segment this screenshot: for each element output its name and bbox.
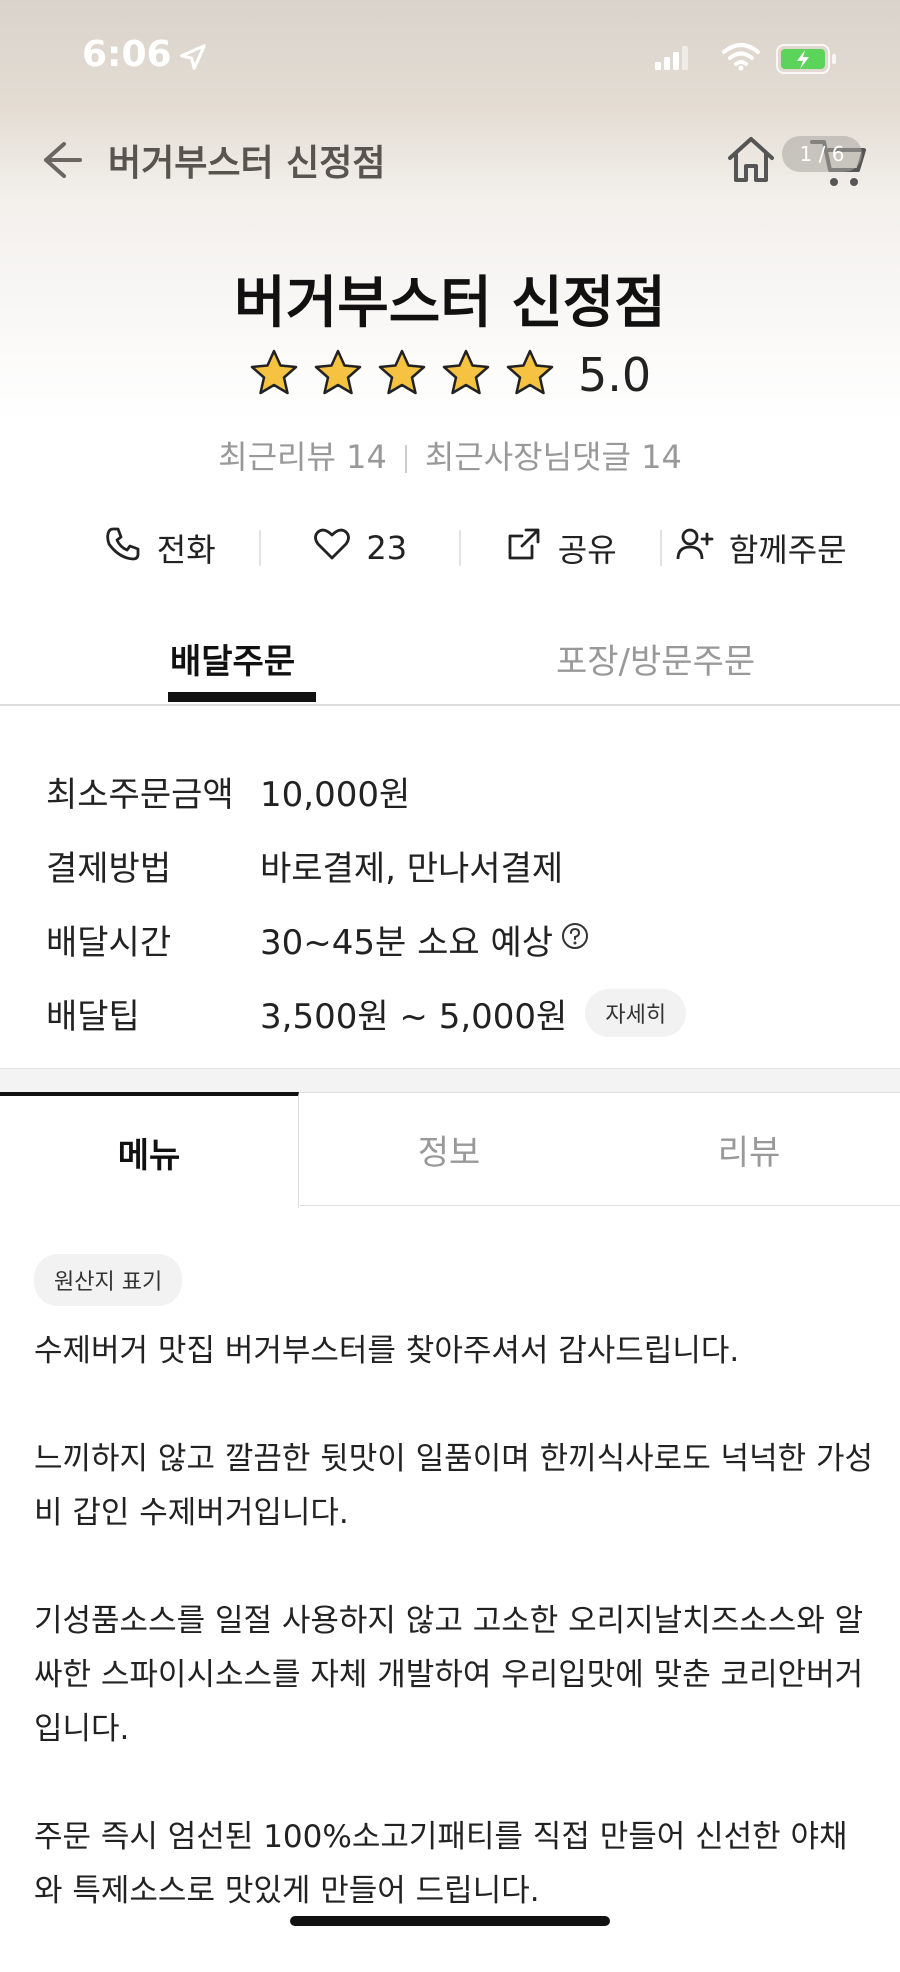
question-mark-icon[interactable] [561,919,589,959]
store-actions: 전화 23 공유 함께주문 [60,518,860,578]
intro-paragraph: 기성품소스를 일절 사용하지 않고 고소한 오리지날치즈소스와 알싸한 스파이시… [34,1603,864,1747]
rating-stars [249,348,555,402]
back-button[interactable] [34,134,86,186]
like-button[interactable]: 23 [261,518,460,578]
review-counts: 최근리뷰 14 최근사장님댓글 14 [0,432,900,478]
store-name: 버거부스터 신정점 [234,271,666,336]
section-divider [0,1068,900,1093]
delivery-tip-label: 배달팁 [46,996,140,1037]
heart-icon [312,524,352,572]
min-order-value: 10,000원 [260,774,411,815]
delivery-tip-row: 배달팁 3,500원 ~ 5,000원 자세히 [46,976,866,1050]
navigation-bar: 버거부스터 신정점 1 / 6 [0,120,900,198]
delivery-info: 최소주문금액 10,000원 결제방법 바로결제, 만나서결제 배달시간 30~… [46,754,866,1050]
content-tabs: 메뉴 정보 리뷰 [0,1092,900,1208]
payment-value: 바로결제, 만나서결제 [260,848,564,889]
location-arrow-icon [178,42,208,76]
tab-pickup[interactable]: 포장/방문주문 [556,634,755,683]
like-count: 23 [366,529,408,567]
wifi-icon [722,42,760,76]
delivery-tip-value: 3,500원 ~ 5,000원 [260,996,568,1037]
payment-row: 결제방법 바로결제, 만나서결제 [46,828,866,902]
rating-value: 5.0 [577,348,652,402]
home-indicator[interactable] [290,1916,610,1926]
rating-row: 5.0 [0,348,900,408]
group-order-button[interactable]: 함께주문 [662,518,861,578]
tab-delivery[interactable]: 배달주문 [170,634,295,683]
min-order-label: 최소주문금액 [46,774,234,815]
star-icon [441,348,491,402]
cellular-signal-icon [655,46,691,74]
battery-charging-icon [776,44,838,78]
share-button[interactable]: 공유 [461,518,660,578]
delivery-tip-container: 3,500원 ~ 5,000원 자세히 [260,989,687,1038]
divider [404,445,407,473]
share-icon [504,524,544,572]
star-icon [249,348,299,402]
min-order-row: 최소주문금액 10,000원 [46,754,866,828]
tab-menu[interactable]: 메뉴 [0,1092,299,1208]
delivery-time-value: 30~45분 소요 예상 [260,922,554,963]
delivery-time-label: 배달시간 [46,922,172,963]
delivery-tip-detail-button[interactable]: 자세히 [585,989,687,1037]
origin-label-button[interactable]: 원산지 표기 [34,1254,183,1306]
status-time: 6:06 [82,34,172,75]
store-introduction: 수제버거 맛집 버거부스터를 찾아주셔서 감사드립니다. 느끼하지 않고 깔끔한… [34,1324,874,1972]
intro-paragraph: 수제버거 맛집 버거부스터를 찾아주셔서 감사드립니다. [34,1333,740,1369]
group-order-label: 함께주문 [728,531,847,569]
cart-badge: 1 / 6 [782,136,862,172]
tab-review[interactable]: 리뷰 [598,1092,900,1206]
nav-title: 버거부스터 신정점 [108,143,386,184]
active-tab-indicator [168,692,316,702]
add-user-icon [675,524,715,572]
delivery-time-row: 배달시간 30~45분 소요 예상 [46,902,866,976]
star-icon [505,348,555,402]
star-icon [313,348,363,402]
status-bar: 6:06 [0,0,900,110]
phone-icon [103,524,143,572]
call-label: 전화 [156,531,216,569]
recent-reviews-link[interactable]: 최근리뷰 14 [218,438,387,476]
tab-info[interactable]: 정보 [300,1092,598,1206]
payment-label: 결제방법 [46,848,172,889]
call-button[interactable]: 전화 [60,518,259,578]
cart-button[interactable]: 1 / 6 [782,128,866,192]
share-label: 공유 [557,531,617,569]
star-icon [377,348,427,402]
intro-paragraph: 느끼하지 않고 깔끔한 뒷맛이 일품이며 한끼식사로도 넉넉한 가성비 갑인 수… [34,1441,874,1531]
order-type-tabs: 배달주문 포장/방문주문 [0,620,900,706]
home-button[interactable] [722,130,780,188]
intro-paragraph: 주문 즉시 엄선된 100%소고기패티를 직접 만들어 신선한 야채와 특제소스… [34,1819,848,1909]
recent-owner-replies-link[interactable]: 최근사장님댓글 14 [425,438,682,476]
delivery-time-container: 30~45분 소요 예상 [260,915,589,964]
